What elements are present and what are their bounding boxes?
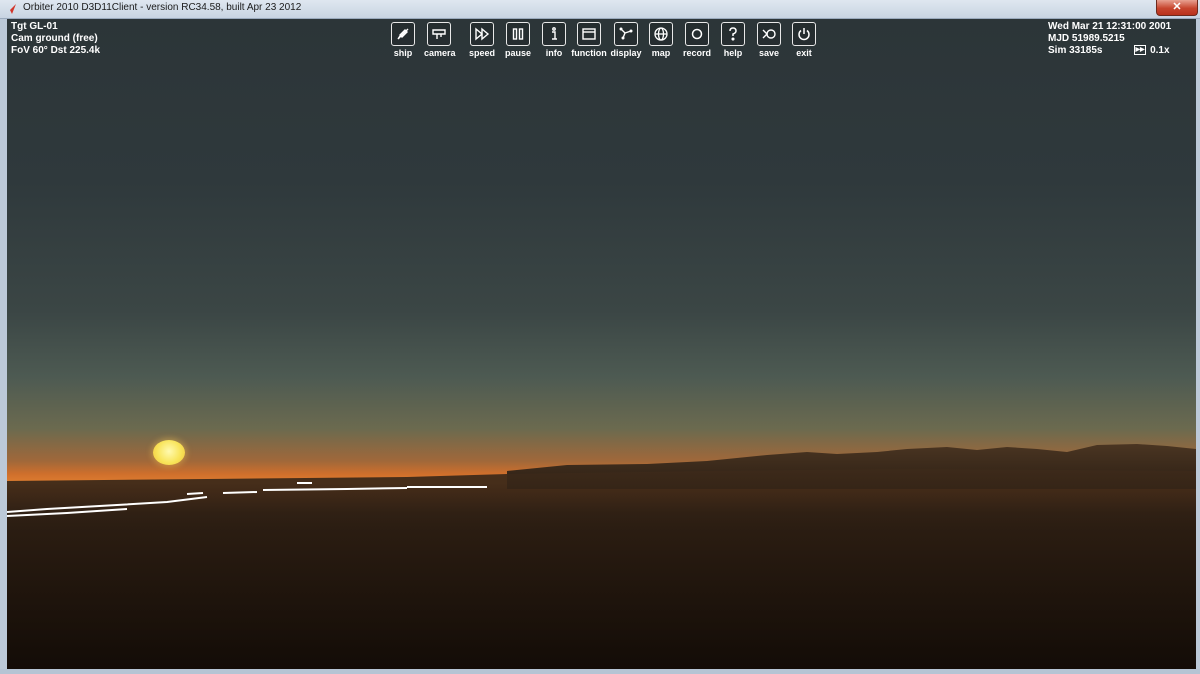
- toolbar-info[interactable]: info: [539, 22, 569, 58]
- help-icon[interactable]: [721, 22, 745, 46]
- fov-distance-readout: FoV 60° Dst 225.4k: [11, 45, 101, 56]
- mjd-readout: MJD 51989.5215: [1048, 33, 1125, 44]
- app-window: Orbiter 2010 D3D11Client - version RC34.…: [0, 0, 1200, 674]
- title-bar[interactable]: Orbiter 2010 D3D11Client - version RC34.…: [0, 0, 1200, 19]
- camera-mode-readout: Cam ground (free): [11, 33, 98, 44]
- camera-icon[interactable]: [427, 22, 451, 46]
- close-button[interactable]: ✕: [1156, 0, 1198, 16]
- toolbar-pause[interactable]: pause: [503, 22, 533, 58]
- save-icon[interactable]: [757, 22, 781, 46]
- orbiter-app-icon: [6, 4, 16, 14]
- info-icon[interactable]: [542, 22, 566, 46]
- terrain-scene: [7, 444, 1196, 669]
- toolbar-help[interactable]: help: [718, 22, 748, 58]
- toolbar-record[interactable]: record: [682, 22, 712, 58]
- sun: [153, 440, 185, 465]
- toolbar-ship[interactable]: ship: [388, 22, 418, 58]
- window-title: Orbiter 2010 D3D11Client - version RC34.…: [23, 2, 302, 13]
- ship-icon[interactable]: [391, 22, 415, 46]
- pause-icon[interactable]: [506, 22, 530, 46]
- speed-icon[interactable]: [470, 22, 494, 46]
- map-icon[interactable]: [649, 22, 673, 46]
- sim-time-readout: Sim 33185s ▶▶ 0.1x: [1048, 45, 1171, 57]
- function-icon[interactable]: [577, 22, 601, 46]
- date-readout: Wed Mar 21 12:31:00 2001: [1048, 21, 1172, 32]
- toolbar-speed[interactable]: speed: [467, 22, 497, 58]
- record-icon[interactable]: [685, 22, 709, 46]
- simulation-viewport[interactable]: Tgt GL-01 Cam ground (free) FoV 60° Dst …: [7, 19, 1196, 669]
- toolbar-exit[interactable]: exit: [789, 22, 819, 58]
- exit-icon[interactable]: [792, 22, 816, 46]
- fast-forward-icon: ▶▶: [1134, 45, 1147, 56]
- toolbar-display[interactable]: display: [610, 22, 642, 58]
- window-bottom-border: [0, 669, 1200, 674]
- toolbar-save[interactable]: save: [754, 22, 784, 58]
- display-icon[interactable]: [614, 22, 638, 46]
- target-readout: Tgt GL-01: [11, 21, 58, 32]
- time-info-panel: Wed Mar 21 12:31:00 2001 MJD 51989.5215 …: [1048, 21, 1171, 57]
- toolbar-function[interactable]: function: [571, 22, 607, 58]
- toolbar-camera[interactable]: camera: [424, 22, 456, 58]
- camera-info-panel: Tgt GL-01 Cam ground (free) FoV 60° Dst …: [11, 21, 100, 57]
- time-warp-value: 0.1x: [1150, 45, 1170, 56]
- toolbar-map[interactable]: map: [646, 22, 676, 58]
- sim-time-value: Sim 33185s: [1048, 45, 1103, 56]
